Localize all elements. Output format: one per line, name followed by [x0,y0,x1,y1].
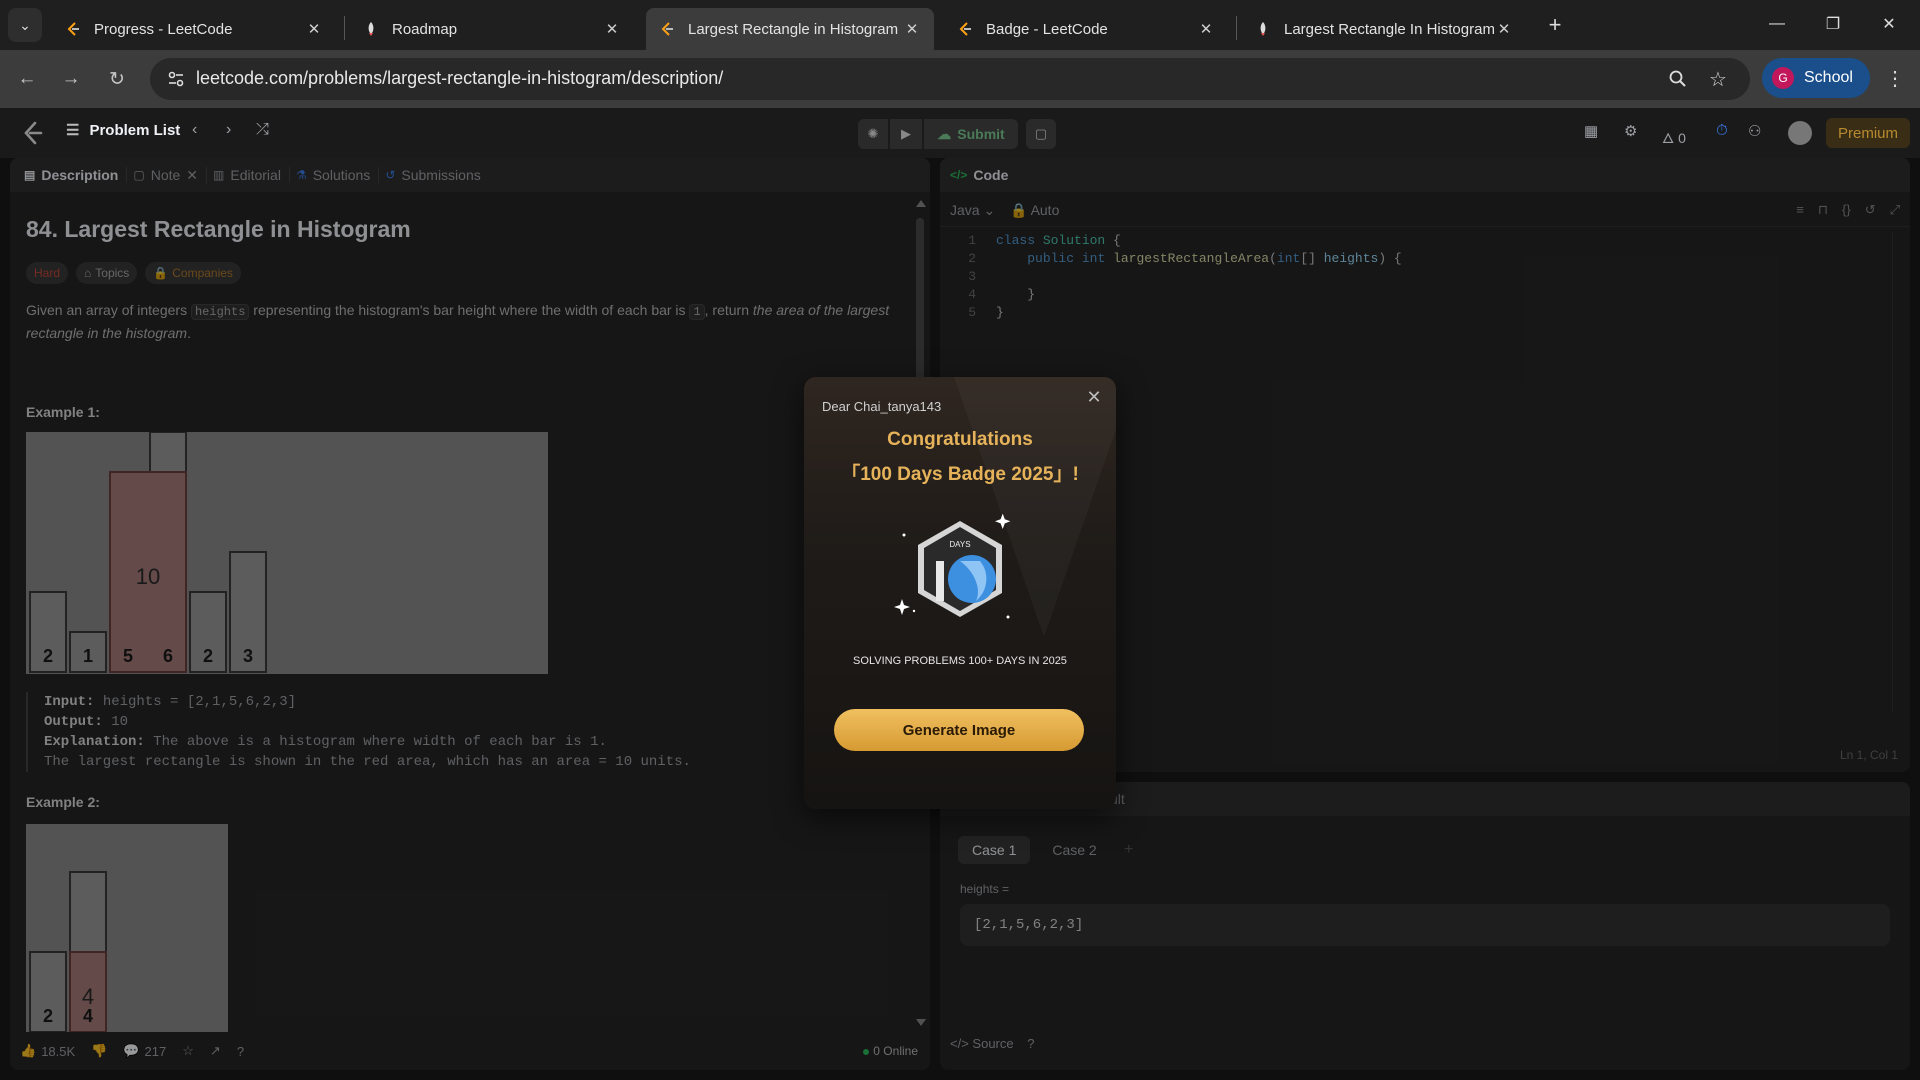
next-problem-icon[interactable]: › [226,121,231,139]
leetcode-favicon-icon [658,20,676,38]
badge-congratulations-dialog: ✕ Dear Chai_tanya143 Congratulations 「10… [804,377,1116,809]
leetcode-favicon-icon [956,20,974,38]
badge-image: DAYS [894,513,1011,619]
user-avatar[interactable] [1788,121,1812,145]
rocket-favicon-icon [1254,20,1272,38]
browser-tab-progress[interactable]: Progress - LeetCode ✕ [52,8,336,50]
profile-chip[interactable]: G School [1762,58,1870,98]
browser-tab-active-problem[interactable]: Largest Rectangle in Histogram ✕ [646,8,934,50]
layout-icon[interactable]: ▦ [1584,122,1598,140]
notes-icon[interactable]: ▢ [1026,119,1056,149]
tab-title: Largest Rectangle in Histogram [688,20,899,38]
site-settings-icon[interactable] [164,67,188,91]
badge-caption: SOLVING PROBLEMS 100+ DAYS IN 2025 [853,655,1067,667]
restore-button[interactable]: ❐ [1810,8,1856,40]
run-button[interactable]: ▶ [890,119,922,149]
premium-button[interactable]: Premium [1826,118,1910,148]
profile-avatar: G [1772,67,1794,89]
shuffle-icon[interactable]: ⤮ [256,121,269,139]
rocket-favicon-icon [362,20,380,38]
url-text: leetcode.com/problems/largest-rectangle-… [196,68,724,88]
tab-separator [1236,16,1237,40]
tab-title: Badge - LeetCode [986,20,1108,38]
tab-separator [344,16,345,40]
tab-title: Largest Rectangle In Histogram [1284,20,1494,38]
leetcode-header: ☰ Problem List ‹ › ⤮ ✺ ▶ ☁ Submit ▢ ▦ ⚙ 🜂… [0,108,1920,158]
minimize-button[interactable]: — [1754,8,1800,40]
close-icon[interactable]: ✕ [1084,387,1104,407]
list-icon: ☰ [66,122,80,139]
generate-image-button[interactable]: Generate Image [834,709,1084,751]
run-submit-toolbar: ✺ ▶ ☁ Submit ▢ [858,119,1056,149]
zoom-icon[interactable] [1666,67,1690,91]
streak-counter[interactable]: 🜂 0 [1662,122,1686,151]
browser-menu-icon[interactable]: ⋮ [1880,62,1910,96]
badge-name: 「100 Days Badge 2025」! [841,464,1079,485]
browser-tab-roadmap[interactable]: Roadmap ✕ [350,8,634,50]
address-bar[interactable]: leetcode.com/problems/largest-rectangle-… [150,58,1750,100]
forward-arrow-icon[interactable]: → [54,62,88,96]
add-friend-icon[interactable]: ⚇ [1748,122,1761,140]
browser-toolbar: ← → ↻ leetcode.com/problems/largest-rect… [0,50,1920,108]
tab-close-icon[interactable]: ✕ [1196,20,1216,38]
tab-close-icon[interactable]: ✕ [304,20,324,38]
tab-title: Progress - LeetCode [94,20,233,38]
timer-icon[interactable]: ⏱ [1716,122,1728,139]
tab-search-button[interactable]: ⌄ [8,8,42,42]
streak-value: 0 [1678,130,1686,146]
submit-button[interactable]: ☁ Submit [924,119,1018,149]
debug-icon[interactable]: ✺ [858,119,888,149]
browser-tab-histogram-2[interactable]: Largest Rectangle In Histogram ✕ [1242,8,1526,50]
browser-tab-badge[interactable]: Badge - LeetCode ✕ [944,8,1228,50]
tab-close-icon[interactable]: ✕ [1494,20,1514,38]
prev-problem-icon[interactable]: ‹ [192,121,197,139]
settings-gear-icon[interactable]: ⚙ [1624,122,1637,140]
browser-tab-strip: ⌄ Progress - LeetCode ✕ Roadmap ✕ Larges… [0,0,1920,50]
back-arrow-icon[interactable]: ← [10,62,44,96]
tab-close-icon[interactable]: ✕ [602,20,622,38]
leetcode-logo-icon[interactable] [20,120,46,146]
submit-label: Submit [957,126,1005,142]
fire-icon: 🜂 [1662,130,1675,146]
cloud-upload-icon: ☁ [937,125,952,142]
new-tab-button[interactable]: + [1540,12,1570,40]
congrats-heading: Congratulations [887,429,1033,450]
profile-name: School [1804,69,1853,86]
bookmark-star-icon[interactable]: ☆ [1706,67,1730,91]
reload-icon[interactable]: ↻ [100,62,134,96]
tab-title: Roadmap [392,20,458,38]
problem-list-label: Problem List [89,121,181,139]
badge-days-text: DAYS [949,540,970,549]
close-window-button[interactable]: ✕ [1866,8,1912,40]
tab-close-icon[interactable]: ✕ [902,20,922,38]
problem-list-button[interactable]: ☰ Problem List [66,121,181,140]
greeting: Dear Chai_tanya143 [822,399,942,414]
leetcode-favicon-icon [64,20,82,38]
